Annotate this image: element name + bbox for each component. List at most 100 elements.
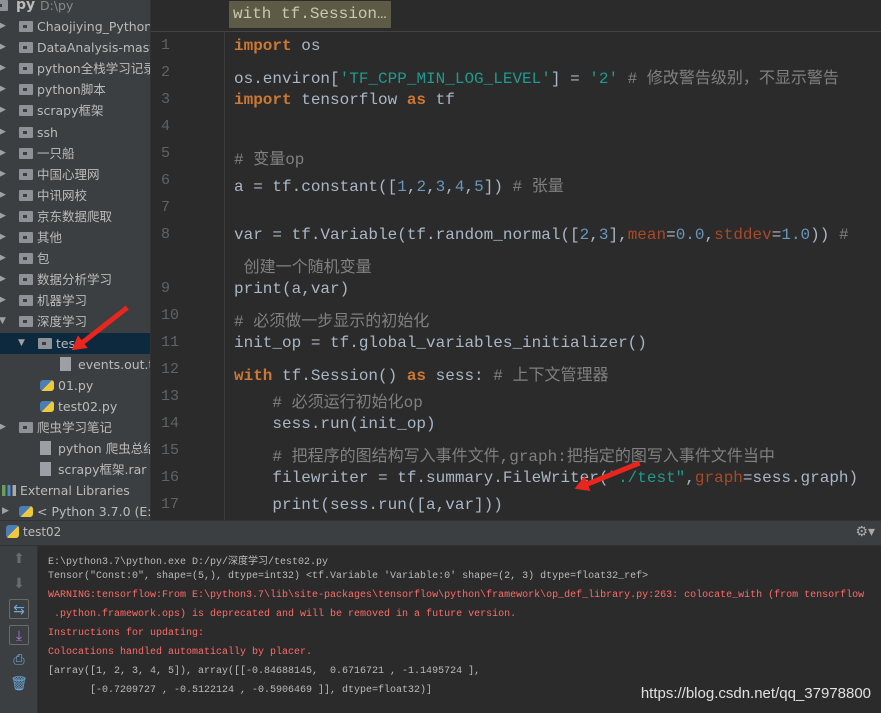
tree-item[interactable]: ▶ 中国心理网 — [0, 164, 150, 185]
tree-item[interactable]: ▶ < Python 3.7.0 (E:\python3.7) — [0, 501, 150, 520]
code-token: # 把程序的图结构写入事件文件,graph:把指定的图写入事件文件当中 — [234, 448, 775, 466]
chevron-down-icon[interactable]: ▼ — [18, 333, 25, 354]
down-arrow-icon[interactable]: ⬇ — [9, 574, 29, 594]
tree-item[interactable]: ▶ 中讯网校 — [0, 185, 150, 206]
code-token: as — [406, 91, 427, 109]
tree-item[interactable]: python 爬虫总结.ipynb — [0, 438, 150, 459]
chevron-right-icon[interactable]: ▶ — [0, 227, 6, 248]
tree-item-label: DataAnalysis-master — [37, 40, 150, 56]
chevron-right-icon[interactable]: ▶ — [0, 37, 6, 58]
code-line[interactable]: 创建一个随机变量 — [234, 253, 372, 277]
tree-item[interactable]: ▶ scrapy框架 — [0, 100, 150, 121]
chevron-right-icon[interactable]: ▶ — [0, 58, 6, 79]
code-line[interactable]: sess.run(init_op) — [234, 415, 435, 433]
project-tree: py D:\py ▶ Chaojiying_Python ▶ DataAnalysis… — [0, 0, 151, 520]
folder-icon — [19, 253, 33, 265]
folder-icon — [19, 147, 33, 159]
code-token: # 上下文管理器 — [493, 367, 609, 385]
tree-item[interactable]: ▶ 爬虫学习笔记 — [0, 417, 150, 438]
chevron-down-icon[interactable]: ▼ — [0, 311, 6, 332]
code-line[interactable]: filewriter = tf.summary.FileWriter("./te… — [234, 469, 858, 487]
code-token: 1 — [397, 178, 407, 196]
chevron-right-icon[interactable]: ▶ — [0, 248, 6, 269]
tree-item-label: python全栈学习记录 — [37, 61, 151, 77]
file-icon — [60, 356, 71, 371]
code-token: as — [406, 367, 427, 385]
chevron-right-icon[interactable]: ▶ — [0, 122, 6, 143]
code-line[interactable]: # 必须运行初始化op — [234, 388, 422, 412]
tree-item[interactable]: ▼ 深度学习 — [0, 311, 150, 332]
code-line[interactable]: # 把程序的图结构写入事件文件,graph:把指定的图写入事件文件当中 — [234, 442, 775, 466]
tree-item[interactable]: ▶ Chaojiying_Python — [0, 16, 150, 37]
line-number: 4 — [161, 118, 171, 135]
breadcrumb[interactable]: with tf.Session… — [229, 1, 391, 28]
tree-item[interactable]: External Libraries — [0, 480, 150, 501]
code-token: init_op = tf.global_variables_initialize… — [234, 334, 647, 352]
tree-item[interactable]: ▶ 京东数据爬取 — [0, 206, 150, 227]
scroll-to-end-icon[interactable]: ⤓ — [9, 625, 29, 645]
chevron-right-icon[interactable]: ▶ — [0, 79, 6, 100]
tree-root[interactable]: py D:\py — [0, 0, 150, 16]
code-line[interactable]: import tensorflow as tf — [234, 91, 455, 109]
code-token: print(sess.run([a,var])) — [234, 496, 503, 514]
code-token: # 必须做一步显示的初始化 — [234, 313, 430, 331]
code-line[interactable]: a = tf.constant([1,2,3,4,5]) # 张量 — [234, 172, 564, 196]
chevron-right-icon[interactable]: ▶ — [0, 417, 6, 438]
code-line[interactable]: print(a,var) — [234, 280, 349, 298]
code-line[interactable]: os.environ['TF_CPP_MIN_LOG_LEVEL'] = '2'… — [234, 64, 839, 88]
code-line[interactable]: with tf.Session() as sess: # 上下文管理器 — [234, 361, 608, 385]
tree-item[interactable]: ▶ python脚本 — [0, 79, 150, 100]
tree-item[interactable]: scrapy框架.rar — [0, 459, 150, 480]
code-editor[interactable]: with tf.Session… 1 2 3 4 5 6 7 8 9 10 11 12 13 14 15 16… — [151, 0, 881, 520]
code-line[interactable]: # 必须做一步显示的初始化 — [234, 307, 429, 331]
tree-item[interactable]: events.out.tfevents — [0, 354, 150, 375]
tree-item[interactable]: test02.py — [0, 396, 150, 417]
code-token: 'TF_CPP_MIN_LOG_LEVEL' — [339, 70, 551, 88]
code-line[interactable]: # 变量op — [234, 145, 304, 169]
print-icon[interactable]: ⎙ — [9, 650, 29, 670]
chevron-right-icon[interactable]: ▶ — [0, 143, 6, 164]
code-token: os.environ[ — [234, 70, 340, 88]
chevron-right-icon[interactable]: ▶ — [0, 290, 6, 311]
code-token: sess: — [426, 367, 494, 385]
code-line[interactable]: var = tf.Variable(tf.random_normal([2,3]… — [234, 226, 849, 244]
chevron-right-icon[interactable]: ▶ — [0, 269, 6, 290]
code-token: , — [445, 178, 455, 196]
tree-item[interactable]: ▶ 数据分析学习 — [0, 269, 150, 290]
tree-item[interactable]: 01.py — [0, 375, 150, 396]
tree-item[interactable]: ▶ 其他 — [0, 227, 150, 248]
run-tab-label: test02 — [23, 525, 62, 539]
chevron-right-icon[interactable]: ▶ — [0, 100, 6, 121]
chevron-right-icon[interactable]: ▶ — [0, 164, 6, 185]
soft-wrap-icon[interactable]: ⇆ — [9, 599, 29, 619]
line-gutter: 1 2 3 4 5 6 7 8 9 10 11 12 13 14 15 16 17 — [151, 32, 225, 520]
chevron-right-icon[interactable]: ▶ — [2, 501, 9, 520]
code-token: 1.0 — [781, 226, 811, 244]
tree-item[interactable]: ▶ python全栈学习记录 — [0, 58, 151, 79]
trash-icon[interactable]: 🗑 — [9, 674, 29, 694]
tree-item-label: 深度学习 — [37, 314, 88, 330]
code-token: , — [426, 178, 436, 196]
code-token: =sess.graph) — [742, 469, 859, 487]
code-token: # 修改警告级别，不显示警告 — [618, 70, 839, 88]
run-tab[interactable]: test02 — [6, 525, 61, 539]
gear-icon[interactable]: ⚙▾ — [855, 524, 875, 540]
line-number: 15 — [161, 442, 180, 459]
code-line[interactable]: import os — [234, 37, 320, 55]
console-line: E:\python3.7\python.exe D:/py/深度学习/test0… — [48, 557, 329, 568]
tree-item[interactable]: ▶ 一只船 — [0, 143, 150, 164]
tree-item[interactable]: ▶包 — [0, 248, 150, 269]
folder-icon — [19, 189, 33, 201]
tree-item[interactable]: ▶ DataAnalysis-master — [0, 37, 150, 58]
code-line[interactable]: init_op = tf.global_variables_initialize… — [234, 334, 647, 352]
chevron-right-icon[interactable]: ▶ — [0, 206, 6, 227]
up-arrow-icon[interactable]: ⬆ — [9, 549, 29, 569]
tree-item[interactable]: ▶ ssh — [0, 122, 150, 143]
code-token: # — [838, 226, 849, 244]
chevron-right-icon[interactable]: ▶ — [0, 185, 6, 206]
code-token: , — [589, 226, 599, 244]
folder-icon — [19, 316, 33, 328]
tree-item-label: python 爬虫总结.ipynb — [58, 441, 150, 456]
chevron-right-icon[interactable]: ▶ — [0, 16, 6, 37]
code-line[interactable]: print(sess.run([a,var])) — [234, 496, 503, 514]
